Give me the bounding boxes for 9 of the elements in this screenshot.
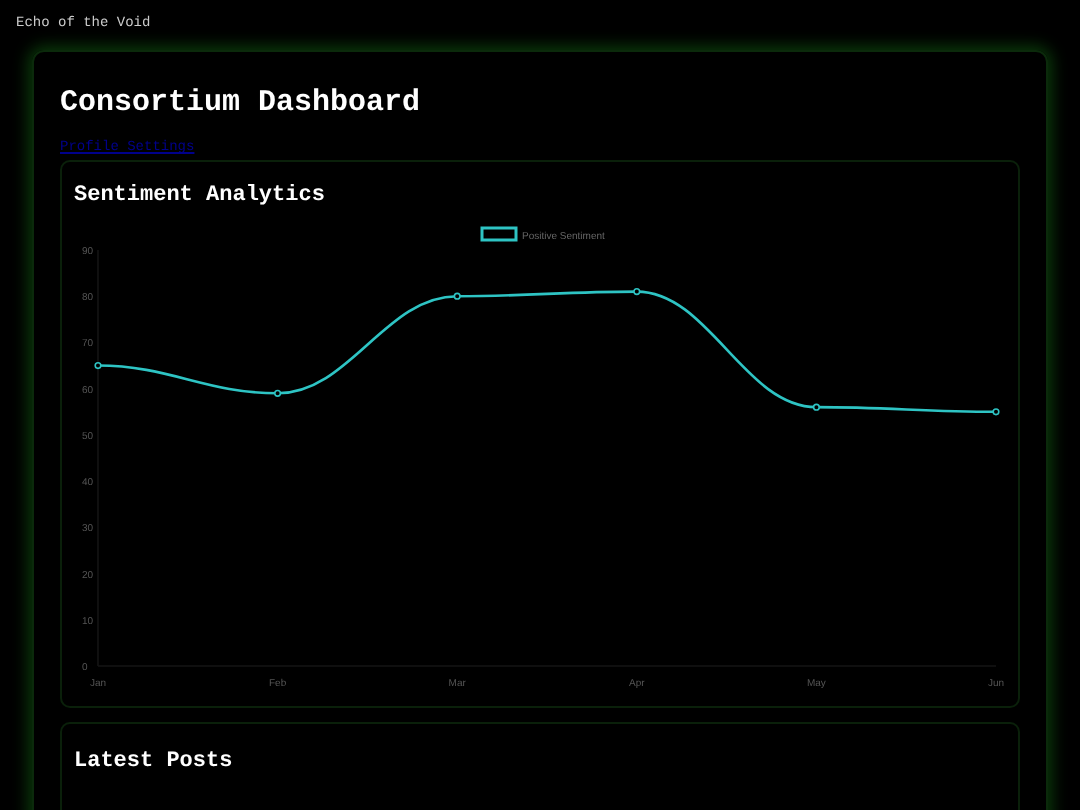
data-point	[274, 389, 282, 397]
data-point	[453, 292, 461, 300]
chart-title: Sentiment Analytics	[74, 182, 327, 210]
data-point	[812, 403, 820, 411]
data-point	[633, 288, 641, 296]
data-point	[94, 361, 102, 370]
dashboard-title: Consortium Dashboard	[60, 84, 423, 124]
posts-title: Latest Posts	[74, 748, 235, 776]
data-point	[992, 408, 1000, 416]
